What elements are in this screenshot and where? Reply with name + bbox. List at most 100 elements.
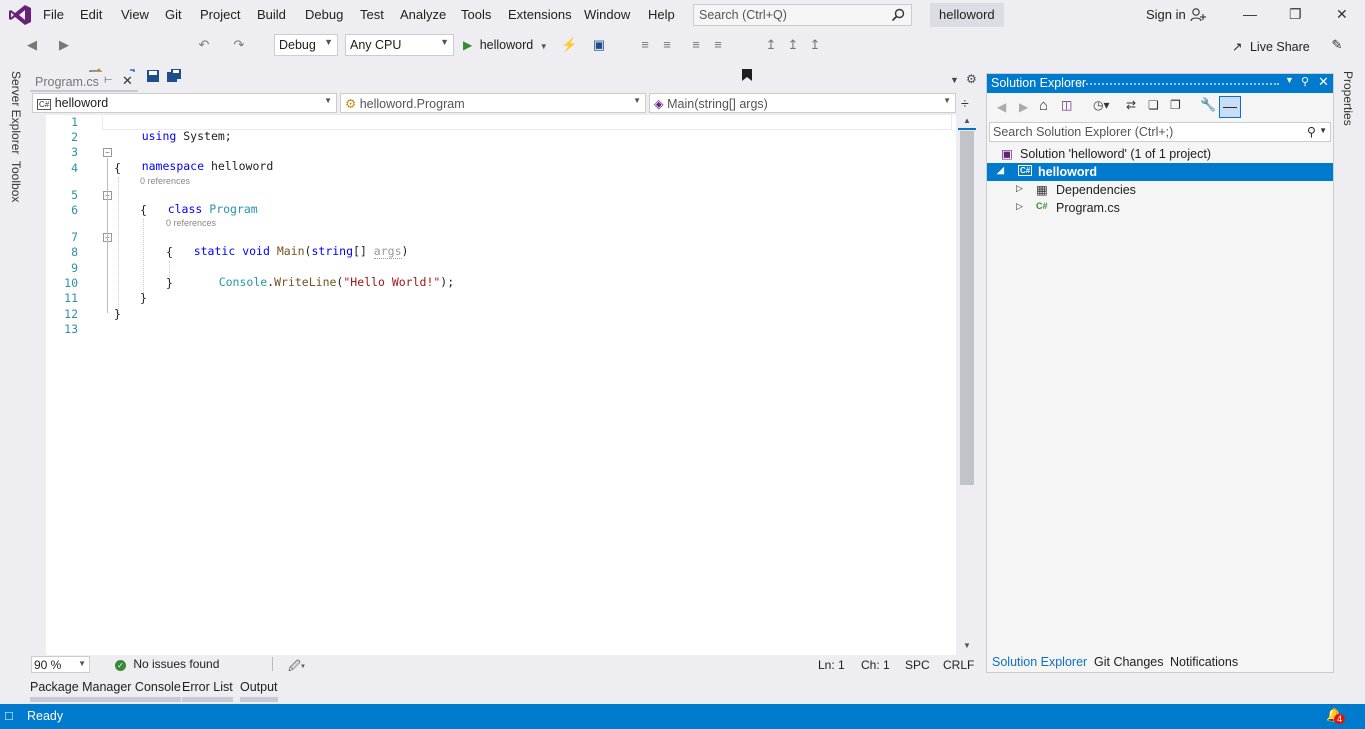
code-editor[interactable]: 1 2 3 4 5 6 7 8 9 10 11 12 13 − − − usin… — [46, 114, 956, 655]
project-combo[interactable]: C# helloword ▼ — [32, 93, 337, 113]
whitespace-indicator[interactable]: SPC — [905, 658, 930, 672]
column-indicator[interactable]: Ch: 1 — [861, 658, 890, 672]
menu-debug[interactable]: Debug — [305, 7, 343, 22]
close-icon[interactable]: ✕ — [1318, 74, 1329, 90]
show-all-files-icon[interactable]: ❐ — [1170, 98, 1181, 112]
type-combo[interactable]: ⚙ helloword.Program ▼ — [340, 93, 646, 113]
menu-project[interactable]: Project — [200, 7, 240, 22]
scrollbar-thumb[interactable] — [960, 131, 974, 485]
forward-icon[interactable]: ▶ — [1019, 100, 1028, 114]
browser-link-icon[interactable]: ▣ — [591, 37, 607, 53]
tab-program-cs[interactable]: Program.cs ⊢ ✕ — [30, 72, 138, 92]
menu-help[interactable]: Help — [648, 7, 675, 22]
bookmark-icon[interactable] — [741, 68, 753, 82]
menu-git[interactable]: Git — [165, 7, 182, 22]
pin-icon[interactable]: ⚲ — [1301, 75, 1309, 88]
line-ending-indicator[interactable]: CRLF — [943, 658, 974, 672]
tree-item-solution[interactable]: ▣ Solution 'helloword' (1 of 1 project) — [987, 145, 1333, 163]
tab-package-manager-console[interactable]: Package Manager Console — [30, 680, 181, 702]
drag-grip[interactable] — [1079, 83, 1279, 85]
close-icon[interactable]: ✕ — [1336, 6, 1348, 23]
collapsed-arrow-icon[interactable]: ▷ — [1016, 183, 1023, 194]
collapsed-arrow-icon[interactable]: ▷ — [1016, 201, 1023, 212]
switch-views-icon[interactable]: ◫ — [1061, 98, 1072, 112]
indent-icon[interactable]: ≡ — [710, 37, 726, 53]
tree-item-program-cs[interactable]: ▷ C# Program.cs — [987, 199, 1333, 217]
line-indicator[interactable]: Ln: 1 — [818, 658, 845, 672]
menu-window[interactable]: Window — [584, 7, 630, 22]
notifications-bell[interactable]: 🔔 4 — [1326, 707, 1346, 724]
comment-out-icon[interactable]: ≡ — [637, 37, 653, 53]
tab-git-changes[interactable]: Git Changes — [1094, 655, 1163, 669]
user-add-icon[interactable] — [1190, 7, 1206, 23]
menu-tools[interactable]: Tools — [461, 7, 491, 22]
tree-item-project[interactable]: ◢ C# helloword — [987, 163, 1333, 181]
vertical-scrollbar[interactable]: ▲ ▼ — [956, 115, 978, 655]
menu-view[interactable]: View — [121, 7, 149, 22]
live-share-button[interactable]: ↗ Live Share — [1232, 39, 1310, 54]
code-lens-references[interactable]: 0 references — [140, 176, 190, 186]
outdent-icon[interactable]: ≡ — [688, 37, 704, 53]
issues-indicator[interactable]: ✓ No issues found — [115, 657, 219, 671]
chevron-down-icon[interactable]: ▼ — [1285, 75, 1294, 85]
scroll-down-icon[interactable]: ▼ — [963, 641, 971, 650]
minimize-icon[interactable]: — — [1243, 6, 1257, 22]
visual-studio-logo-icon[interactable] — [8, 4, 32, 26]
tree-item-dependencies[interactable]: ▷ ▦ Dependencies — [987, 181, 1333, 199]
menu-file[interactable]: File — [43, 7, 64, 22]
pending-changes-filter-icon[interactable]: ◷▾ — [1093, 98, 1110, 112]
platform-combo[interactable]: Any CPU ▼ — [345, 34, 454, 56]
start-debugging-button[interactable]: ▶ helloword ▼ — [463, 35, 551, 55]
navigate-back-icon[interactable]: ◀ — [24, 37, 40, 53]
sign-in-link[interactable]: Sign in — [1146, 7, 1186, 22]
menu-edit[interactable]: Edit — [80, 7, 102, 22]
code-lens-references[interactable]: 0 references — [166, 218, 216, 228]
member-combo[interactable]: ◈ Main(string[] args) ▼ — [649, 93, 956, 113]
home-icon[interactable]: ⌂ — [1039, 97, 1048, 114]
undo-icon[interactable]: ↶ — [196, 37, 212, 53]
tab-notifications[interactable]: Notifications — [1170, 655, 1238, 669]
solution-search-input[interactable]: Search Solution Explorer (Ctrl+;) ⚲ ▼ — [989, 122, 1331, 142]
uncomment-icon[interactable]: ≡ — [659, 37, 675, 53]
save-all-icon[interactable] — [166, 68, 182, 84]
clear-bookmarks-icon[interactable]: ↥ — [807, 37, 823, 53]
split-window-icon[interactable]: ÷ — [961, 95, 969, 111]
menu-analyze[interactable]: Analyze — [400, 7, 446, 22]
next-bookmark-icon[interactable]: ↥ — [785, 37, 801, 53]
live-share-label: Live Share — [1249, 40, 1310, 54]
toolbox-tab[interactable]: Toolbox — [9, 161, 23, 202]
tab-list-chevron-down-icon[interactable]: ▼ — [950, 75, 959, 85]
zoom-combo[interactable]: 90 % ▼ — [31, 656, 90, 673]
redo-icon[interactable]: ↷ — [231, 37, 247, 53]
sync-icon[interactable]: ⇄ — [1126, 98, 1136, 112]
configuration-combo[interactable]: Debug ▼ — [274, 34, 338, 56]
chevron-down-icon: ▼ — [324, 37, 333, 47]
preview-selected-items-icon[interactable]: — — [1219, 96, 1241, 118]
output-window-icon[interactable]: □ — [5, 708, 13, 723]
menu-extensions[interactable]: Extensions — [508, 7, 572, 22]
back-icon[interactable]: ◀ — [997, 100, 1006, 114]
tab-output[interactable]: Output — [240, 680, 278, 702]
scroll-up-icon[interactable]: ▲ — [963, 116, 971, 125]
gear-icon[interactable]: ⚙ — [966, 72, 977, 86]
tab-error-list[interactable]: Error List — [182, 680, 233, 702]
prev-bookmark-icon[interactable]: ↥ — [763, 37, 779, 53]
pin-icon[interactable]: ⊢ — [104, 75, 113, 86]
feedback-icon[interactable]: ✎ — [1329, 37, 1345, 53]
close-icon[interactable]: ✕ — [122, 73, 133, 89]
code-cleanup-icon[interactable]: 🖉▾ — [288, 657, 305, 678]
expanded-arrow-icon[interactable]: ◢ — [997, 165, 1004, 176]
menu-build[interactable]: Build — [257, 7, 286, 22]
navigate-forward-icon[interactable]: ▶ — [56, 37, 72, 53]
search-box[interactable]: Search (Ctrl+Q) — [693, 4, 912, 26]
hot-reload-icon[interactable]: ⚡ — [561, 37, 577, 53]
properties-wrench-icon[interactable]: 🔧 — [1200, 97, 1216, 113]
menu-test[interactable]: Test — [360, 7, 384, 22]
server-explorer-tab[interactable]: Server Explorer — [9, 71, 23, 154]
collapse-namespace-icon[interactable]: − — [103, 148, 112, 157]
tab-solution-explorer[interactable]: Solution Explorer — [992, 655, 1087, 669]
collapse-all-icon[interactable]: ❏ — [1148, 98, 1159, 112]
restore-icon[interactable]: ❐ — [1289, 6, 1302, 23]
save-icon[interactable] — [145, 68, 161, 84]
properties-tab[interactable]: Properties — [1341, 71, 1355, 126]
